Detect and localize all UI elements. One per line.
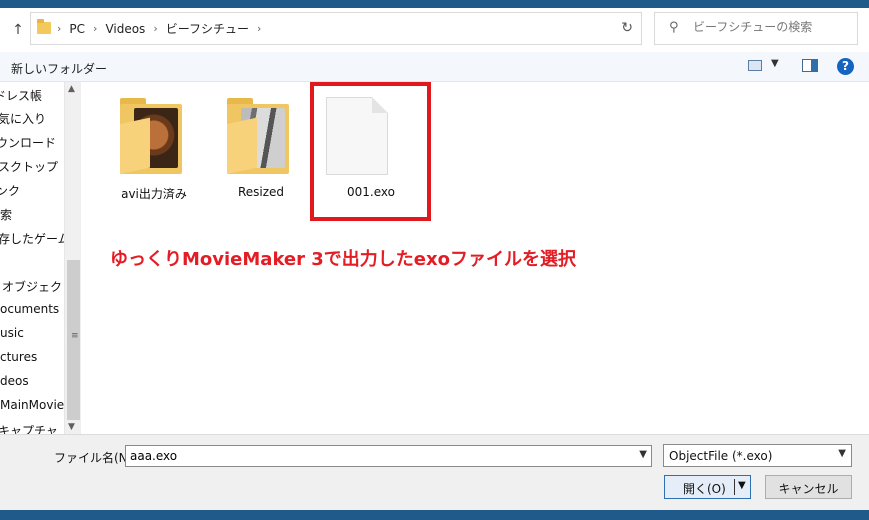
title-bar xyxy=(0,0,869,8)
nav-item-pictures[interactable]: ctures xyxy=(0,350,37,364)
preview-pane-icon[interactable] xyxy=(802,59,818,72)
nav-item-downloads[interactable]: ウンロード xyxy=(0,134,56,151)
chevron-down-icon[interactable]: ▼ xyxy=(639,449,647,460)
taskbar xyxy=(0,510,869,520)
chevron-right-icon[interactable]: › xyxy=(55,22,63,35)
folder-icon xyxy=(37,19,51,34)
nav-item-music[interactable]: usic xyxy=(0,326,24,340)
nav-item-address-book[interactable]: ドレス帳 xyxy=(0,87,42,104)
nav-scrollbar[interactable]: ▲ ≡ ▼ xyxy=(64,82,81,434)
grip-icon: ≡ xyxy=(71,331,79,341)
breadcrumb-current[interactable]: ビーフシチュー xyxy=(166,20,249,37)
breadcrumb-pc[interactable]: PC xyxy=(69,22,85,36)
scroll-up-icon[interactable]: ▲ xyxy=(68,84,75,94)
folder-name: Resized xyxy=(237,185,285,199)
file-list: avi出力済み Resized 001.exo ゆっくりMovieMaker 3… xyxy=(82,82,869,434)
nav-item-documents[interactable]: ocuments xyxy=(0,302,59,316)
new-folder-button[interactable]: 新しいフォルダー xyxy=(11,60,107,77)
nav-item-videos[interactable]: deos xyxy=(0,374,29,388)
cancel-button[interactable]: キャンセル xyxy=(765,475,852,499)
refresh-icon[interactable]: ↻ xyxy=(621,20,633,36)
up-arrow-icon[interactable]: ↑ xyxy=(10,21,26,39)
search-input[interactable] xyxy=(693,20,853,34)
nav-item-capture[interactable]: キャプチャ xyxy=(0,422,58,434)
chevron-down-icon[interactable]: ▼ xyxy=(838,448,846,459)
help-icon[interactable]: ? xyxy=(837,58,854,75)
cancel-button-label: キャンセル xyxy=(778,482,839,496)
chevron-down-icon[interactable]: ▼ xyxy=(771,58,779,69)
nav-item-saved-games[interactable]: 存したゲーム xyxy=(0,230,64,247)
file-type-select[interactable]: ObjectFile (*.exo) ▼ xyxy=(663,444,852,467)
filename-input[interactable] xyxy=(130,449,620,463)
breadcrumb-videos[interactable]: Videos xyxy=(105,22,145,36)
folder-icon xyxy=(227,98,289,174)
highlight-box xyxy=(310,82,431,221)
open-button-label: 開く(O) xyxy=(683,482,726,496)
scroll-down-icon[interactable]: ▼ xyxy=(68,422,75,432)
command-bar: 新しいフォルダー ▼ ? xyxy=(0,52,869,82)
filename-combobox[interactable]: ▼ xyxy=(125,445,652,467)
nav-item-desktop[interactable]: スクトップ xyxy=(0,158,58,175)
dialog-footer: ファイル名(N): ▼ ObjectFile (*.exo) ▼ 開く(O) ▼… xyxy=(0,434,869,510)
view-options-icon[interactable] xyxy=(748,60,762,71)
open-button[interactable]: 開く(O) ▼ xyxy=(664,475,751,499)
scrollbar-thumb[interactable]: ≡ xyxy=(67,260,80,420)
nav-item-3d-objects[interactable]: オブジェクト xyxy=(2,278,64,295)
annotation-text: ゆっくりMovieMaker 3で出力したexoファイルを選択 xyxy=(110,249,576,270)
folder-name: avi出力済み xyxy=(121,187,187,201)
search-box[interactable]: ⚲ xyxy=(654,12,858,45)
navigation-pane: ドレス帳 気に入り ウンロード スクトップ ンク 索 存したゲーム オブジェクト… xyxy=(0,82,64,434)
chevron-right-icon[interactable]: › xyxy=(151,22,159,35)
address-row: ↑ › PC › Videos › ビーフシチュー › ↻ ⚲ xyxy=(0,8,869,50)
breadcrumb: › PC › Videos › ビーフシチュー › xyxy=(55,13,263,44)
file-type-value: ObjectFile (*.exo) xyxy=(669,449,773,463)
nav-item-favorites[interactable]: 気に入り xyxy=(0,110,46,127)
nav-item-search[interactable]: 索 xyxy=(0,206,12,223)
nav-item-links[interactable]: ンク xyxy=(0,182,20,199)
nav-item-mainmovie[interactable]: MainMovie xyxy=(0,398,64,412)
search-icon: ⚲ xyxy=(669,20,679,35)
chevron-right-icon[interactable]: › xyxy=(255,22,263,35)
folder-icon xyxy=(120,98,182,174)
address-bar[interactable]: › PC › Videos › ビーフシチュー › ↻ xyxy=(30,12,642,45)
chevron-right-icon[interactable]: › xyxy=(91,22,99,35)
split-divider xyxy=(734,479,735,495)
chevron-down-icon[interactable]: ▼ xyxy=(738,480,746,491)
